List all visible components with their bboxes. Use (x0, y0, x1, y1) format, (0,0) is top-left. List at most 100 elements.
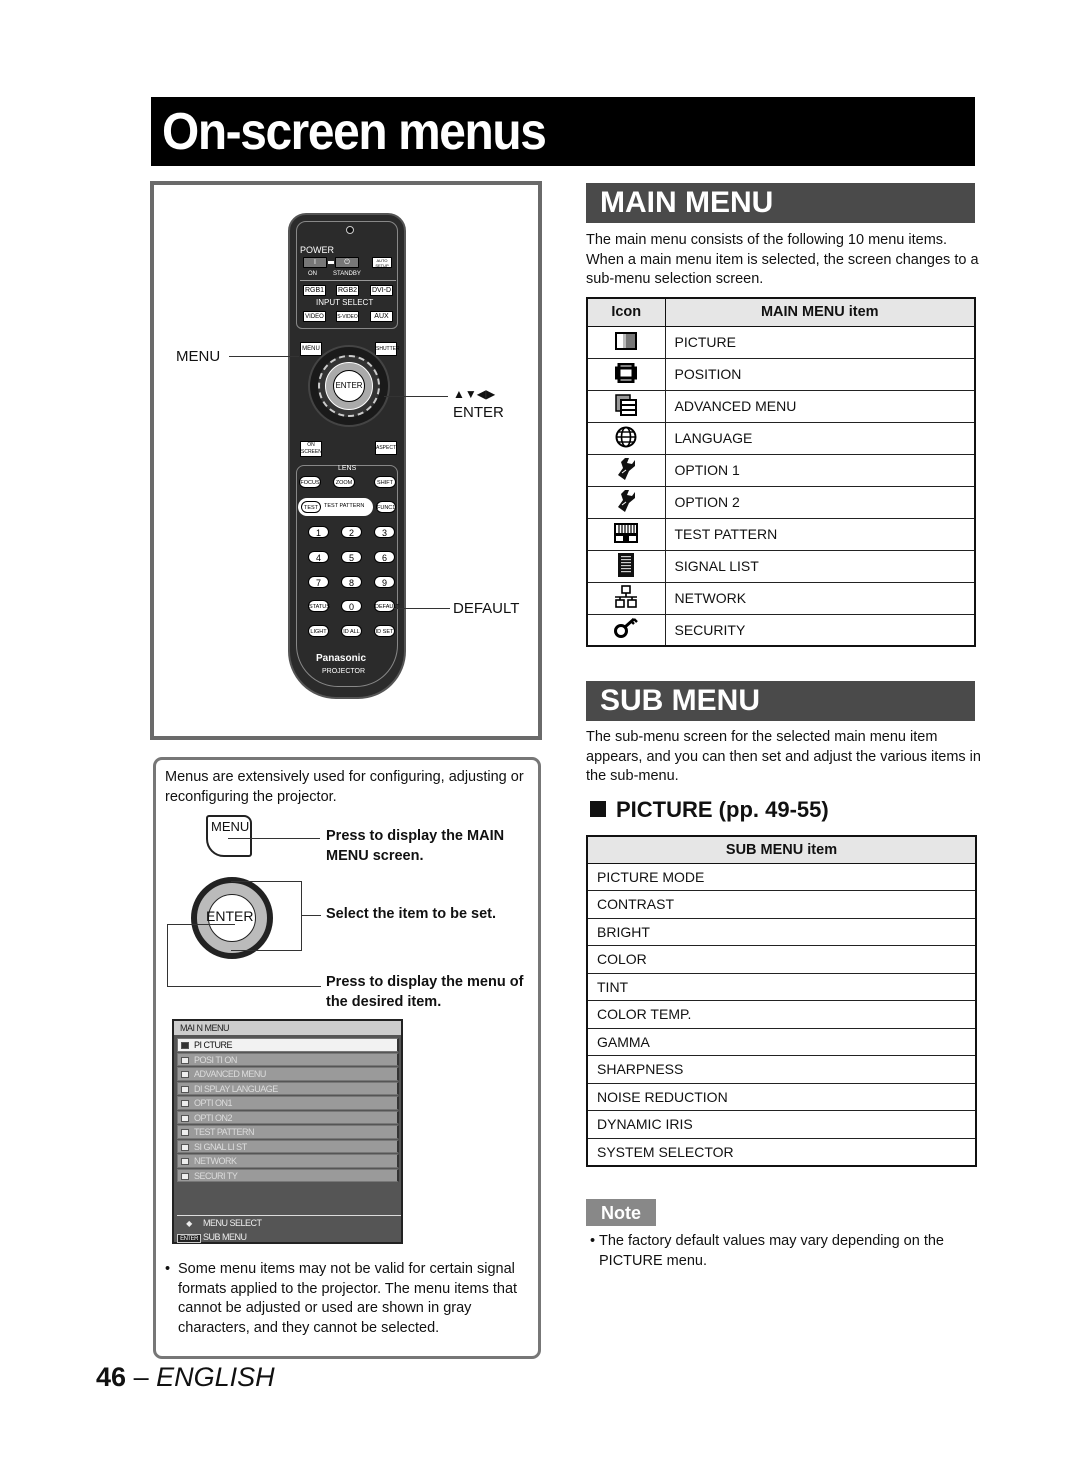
osd-separator (177, 1215, 401, 1216)
sub-menu-table: SUB MENU item PICTURE MODE CONTRAST BRIG… (586, 835, 977, 1167)
input-rgb1-button: RGB1 (303, 285, 326, 296)
step-select-item: Select the item to be set. (326, 906, 497, 922)
bullet: • (165, 1261, 171, 1277)
enter-leader-top (167, 924, 235, 925)
remote-control-illustration: POWER I ⏻ AUTO SETUP ON STANDBY RGB1 RGB… (150, 181, 542, 740)
remote-divider (300, 280, 396, 281)
sub-menu-item: SHARPNESS (587, 1055, 976, 1084)
numpad-3: 3 (374, 526, 395, 538)
sub-menu-item: SYSTEM SELECTOR (587, 1138, 976, 1166)
osd-item-position[interactable]: POSI TI ON (177, 1052, 399, 1066)
callout-default-line (394, 608, 450, 609)
step-display-main-menu: Press to display the MAIN MENU screen. (326, 828, 505, 864)
square-bullet-icon (590, 801, 606, 817)
language-globe-icon (615, 426, 637, 447)
updown-icon: ◆ (186, 1219, 192, 1228)
power-label: POWER (300, 245, 335, 255)
position-icon (181, 1056, 189, 1064)
callout-menu-line (229, 356, 299, 357)
callout-menu: MENU (176, 348, 221, 365)
main-menu-item-label: TEST PATTERN (665, 518, 975, 551)
callout-arrows: ▲▼◀▶ (453, 387, 496, 401)
test-pattern-icon (181, 1129, 189, 1137)
osd-item-label: NETWORK (194, 1156, 237, 1166)
menu-button: MENU (300, 342, 322, 356)
enter-button: ENTER (333, 370, 365, 402)
page-footer: 46 – ENGLISH (96, 1362, 275, 1393)
main-menu-item-label: OPTION 1 (665, 454, 975, 487)
picture-icon (181, 1042, 189, 1050)
enter-key-label: ENTER (206, 908, 254, 924)
main-menu-heading: MAIN MENU (586, 183, 975, 223)
table-row: NOISE REDUCTION (587, 1083, 976, 1111)
language-globe-icon (181, 1085, 189, 1093)
picture-icon (615, 331, 638, 350)
focus-button: FOCUS (299, 476, 321, 488)
main-menu-table: Icon MAIN MENU item PICTURE POSITION ADV… (586, 297, 976, 647)
callout-enter-line (384, 396, 448, 397)
zoom-button: ZOOM (333, 476, 355, 488)
osd-item-security[interactable]: SECURI TY (177, 1168, 399, 1182)
osd-item-label: DI SPLAY LANGUAGE (194, 1083, 278, 1094)
osd-item-label: OPTI ON1 (194, 1098, 233, 1108)
model-label: PROJECTOR (322, 668, 366, 675)
select-bracket-top (231, 881, 301, 882)
note-tag: Note (586, 1199, 656, 1226)
table-row: BRIGHT (587, 918, 976, 946)
osd-item-label: SI GNAL LI ST (194, 1141, 247, 1152)
auto-setup-button: AUTO SETUP (372, 257, 392, 268)
shutter-button: SHUTTER (375, 342, 400, 356)
input-aux-button: AUX (370, 311, 393, 322)
test-button: TEST (301, 501, 321, 513)
brand-logo: Panasonic (316, 653, 367, 664)
col-item-header: MAIN MENU item (664, 297, 976, 327)
default-button: DEFAULT (374, 600, 399, 612)
security-key-icon (614, 618, 639, 639)
table-row: ADVANCED MENU (587, 390, 975, 423)
table-row: PICTURE MODE (587, 863, 976, 891)
osd-footer-enter-label: SUB MENU (203, 1232, 247, 1242)
remote-indicator-icon (346, 226, 354, 234)
numpad-9: 9 (374, 576, 395, 588)
sub-menu-description: The sub-menu screen for the selected mai… (586, 729, 981, 784)
osd-item-network[interactable]: NETWORK (177, 1154, 399, 1168)
numpad-4: 4 (308, 551, 329, 563)
footer-dash: – (133, 1362, 149, 1392)
numpad-6: 6 (374, 551, 395, 563)
osd-item-display-language[interactable]: DI SPLAY LANGUAGE (177, 1081, 399, 1095)
osd-footer-select: ◆ MENU SELECT (177, 1218, 262, 1228)
sub-menu-item: DYNAMIC IRIS (587, 1110, 976, 1139)
id-set-button: ID SET (374, 625, 395, 637)
col-icon-header: Icon (586, 297, 666, 327)
select-bracket-bottom (231, 950, 301, 951)
advanced-menu-icon (615, 393, 638, 416)
option-wrench-icon (181, 1100, 189, 1108)
main-menu-item-label: POSITION (665, 358, 975, 391)
main-menu-item-label: PICTURE (665, 326, 975, 359)
remote-body: POWER I ⏻ AUTO SETUP ON STANDBY RGB1 RGB… (288, 213, 406, 699)
standby-label: STANDBY (333, 271, 361, 277)
osd-item-option1[interactable]: OPTI ON1 (177, 1096, 399, 1110)
sub-menu-item: PICTURE MODE (587, 863, 976, 891)
osd-item-test-pattern[interactable]: TEST PATTERN (177, 1125, 399, 1139)
picture-section-title: PICTURE (pp. 49-55) (590, 797, 829, 823)
osd-item-advanced-menu[interactable]: ADVANCED MENU (177, 1067, 399, 1081)
note: • The factory default values may vary de… (586, 1232, 981, 1271)
osd-item-signal-list[interactable]: SI GNAL LI ST (177, 1139, 399, 1153)
menu-leader-line (228, 838, 320, 839)
osd-title: MAI N MENU (174, 1021, 401, 1035)
option-wrench-icon (181, 1114, 189, 1122)
sub-menu-item: CONTRAST (587, 890, 976, 919)
navigation-ring: ENTER (308, 345, 390, 427)
osd-item-picture[interactable]: PI CTURE (177, 1038, 399, 1052)
osd-item-option2[interactable]: OPTI ON2 (177, 1110, 399, 1124)
table-row: NETWORK (587, 582, 975, 615)
instructions-note: • Some menu items may not be valid for c… (165, 1260, 533, 1338)
table-row: TINT (587, 973, 976, 1001)
main-menu-item-label: LANGUAGE (665, 422, 975, 455)
test-pattern-label: TEST PATTERN (324, 503, 365, 509)
table-row: OPTION 1 (587, 454, 975, 487)
input-dvid-button: DVI-D (370, 285, 393, 296)
sub-menu-heading: SUB MENU (586, 681, 975, 721)
id-all-button: ID ALL (341, 625, 362, 637)
